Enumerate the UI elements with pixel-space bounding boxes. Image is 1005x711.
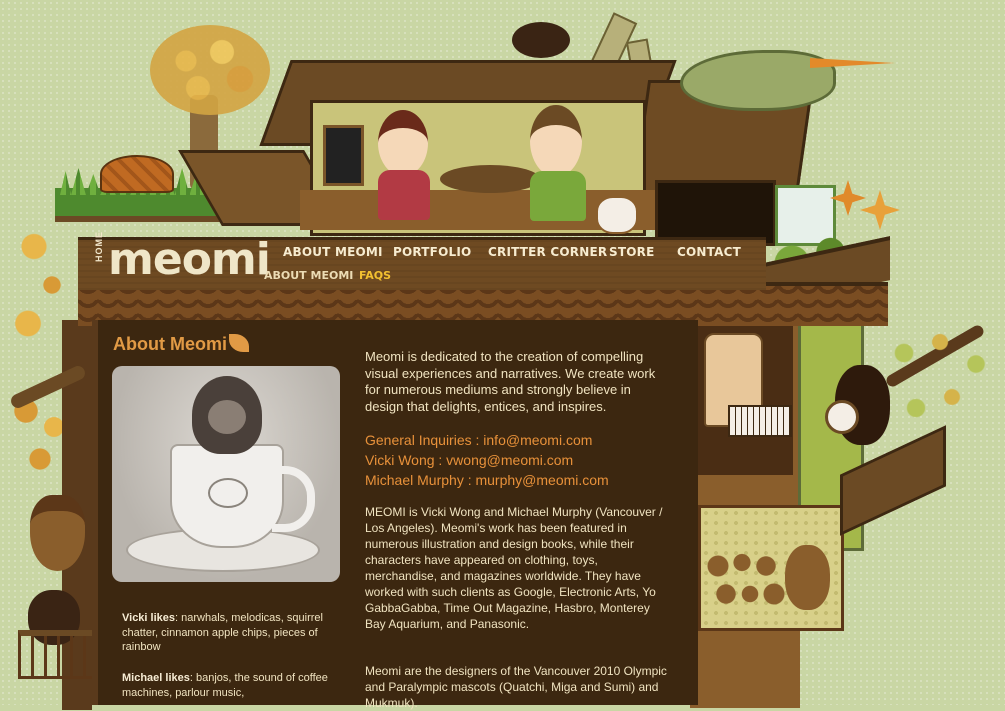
nav-portfolio[interactable]: PORTFOLIO [393,245,471,259]
beetle-illustration [512,22,570,58]
page-title: About Meomi [113,334,227,354]
michael-likes: Michael likes: banjos, the sound of coff… [122,671,337,700]
nav-about-meomi[interactable]: ABOUT MEOMI [283,245,383,259]
michael-likes-label: Michael likes [122,672,190,684]
puppy-illustration [596,196,638,234]
michael-illustration [530,105,590,221]
vicki-likes: Vicki likes: narwhals, melodicas, squirr… [122,611,337,655]
contact-michael[interactable]: Michael Murphy : murphy@meomi.com [365,470,685,490]
autumn-leaves-left [10,230,70,340]
subnav-faqs[interactable]: FAQS [359,269,391,282]
banjo [825,400,859,434]
vicki-likes-label: Vicki likes [122,612,176,624]
contact-general[interactable]: General Inquiries : info@meomi.com [365,430,685,450]
nav-contact[interactable]: CONTACT [677,245,741,259]
squirrel-illustration [785,545,830,610]
logo[interactable]: meomi [108,236,271,284]
nav-critter-corner[interactable]: CRITTER CORNER [488,245,607,259]
table [440,165,540,193]
nav-store[interactable]: STORE [609,245,654,259]
bio-text: MEOMI is Vicki Wong and Michael Murphy (… [365,505,663,631]
piano [728,405,792,437]
flower-icon [860,190,900,230]
balcony-left [18,630,100,679]
subnav-about-meomi[interactable]: ABOUT MEOMI [264,269,353,282]
turtle-illustration [100,155,174,193]
vicki-illustration [378,110,433,220]
team-photo [112,366,340,582]
contact-vicki[interactable]: Vicki Wong : vwong@meomi.com [365,450,685,470]
home-link[interactable]: HOME [94,231,104,262]
narwhal-horn [810,58,895,68]
acorns-pile [706,545,786,615]
tree-canopy [150,25,270,115]
chalkboard [323,125,364,186]
acorn-birdhouse [30,495,85,571]
leaves-right [880,320,1000,430]
bio-mascots-text: Meomi are the designers of the Vancouver… [365,664,667,710]
intro-text: Meomi is dedicated to the creation of co… [365,349,656,414]
